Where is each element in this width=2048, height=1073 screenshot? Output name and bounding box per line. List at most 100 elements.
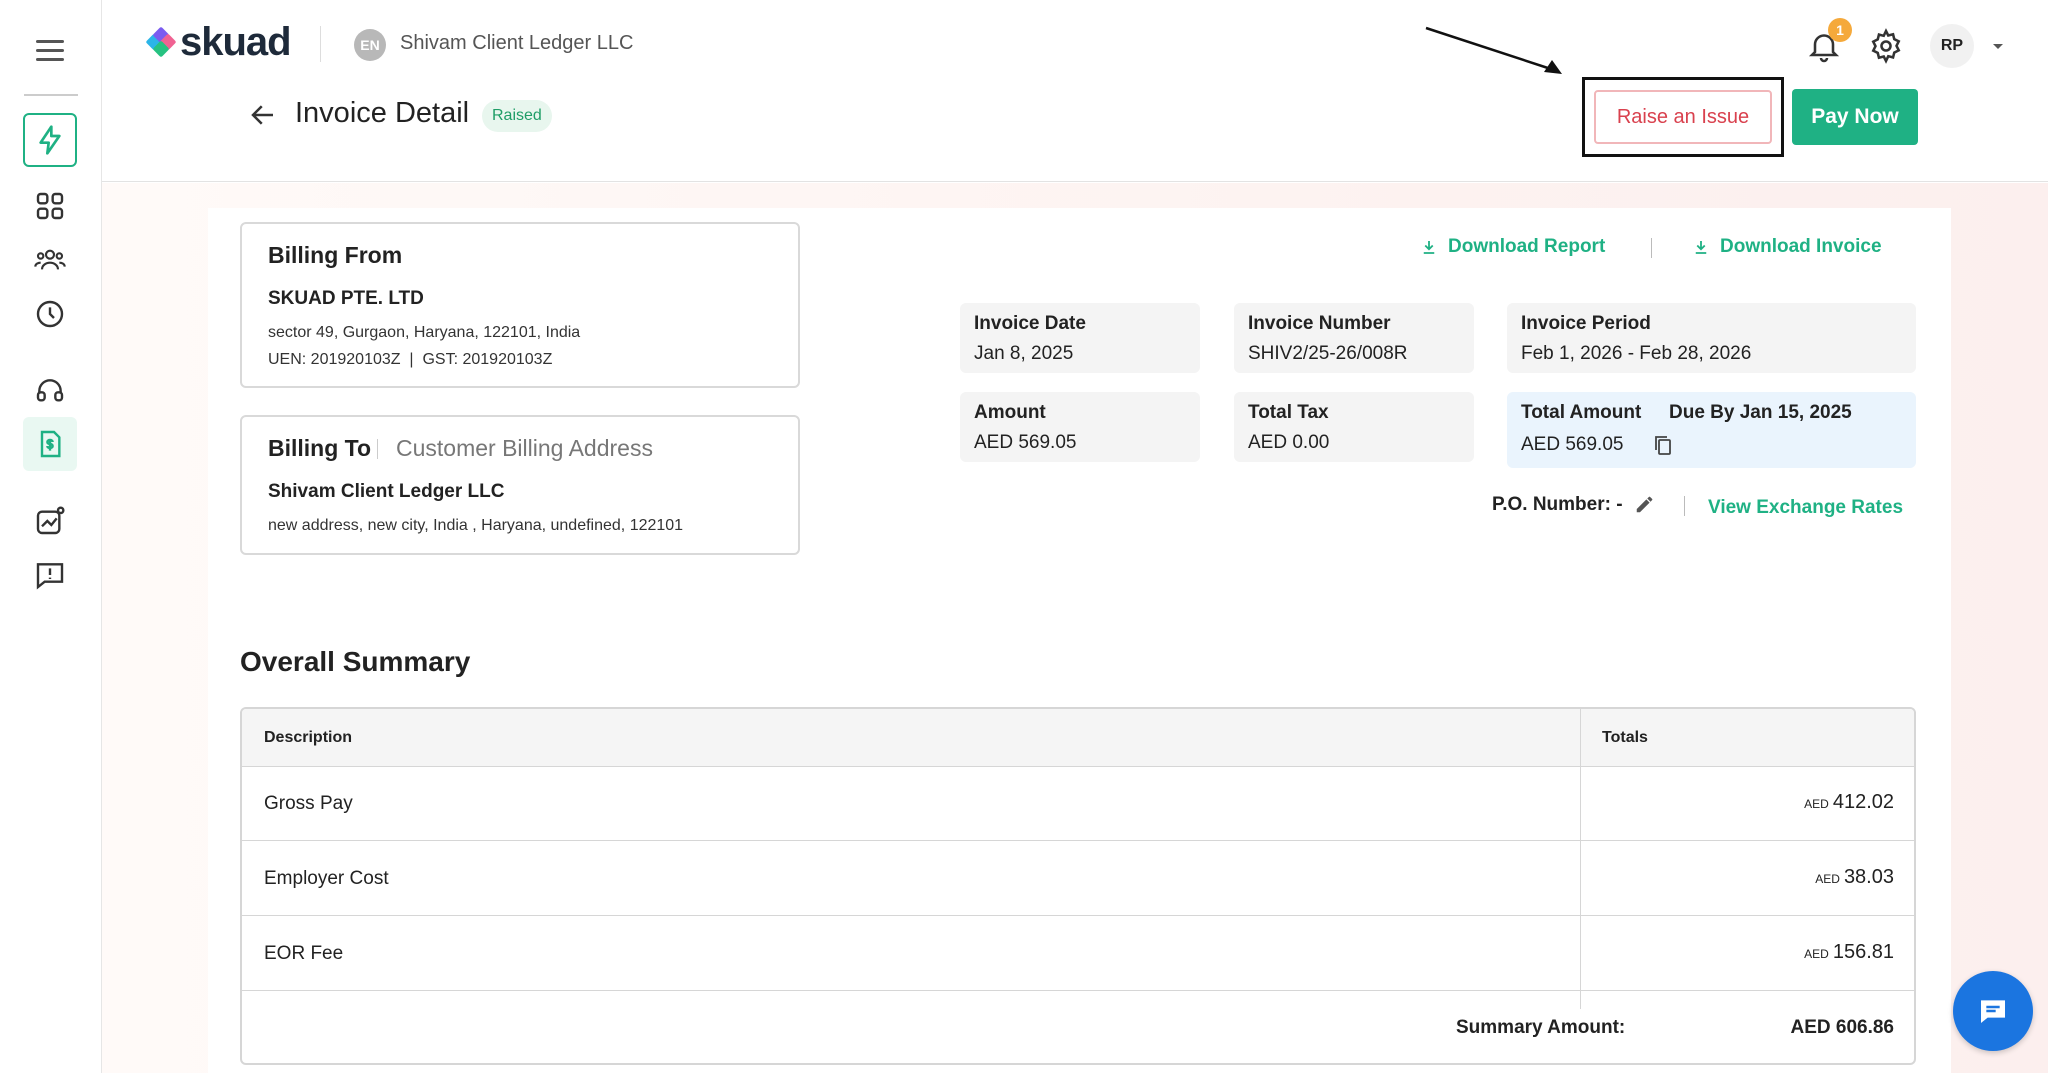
back-arrow-icon[interactable] (248, 100, 278, 130)
total-amount-value: AED 569.05 (1521, 434, 1624, 455)
currency-label: AED (1804, 947, 1829, 961)
col-totals-header: Totals (1602, 729, 1648, 746)
download-divider (1651, 238, 1652, 258)
download-icon (1695, 241, 1707, 254)
notification-count-badge: 1 (1828, 18, 1852, 42)
sidebar-item-feedback[interactable] (23, 548, 77, 602)
raise-issue-button[interactable]: Raise an Issue (1594, 90, 1772, 144)
invoice-number-label: Invoice Number (1248, 313, 1391, 334)
due-date-label: Due By Jan 15, 2025 (1669, 402, 1852, 423)
analytics-icon (36, 506, 65, 535)
client-name[interactable]: Shivam Client Ledger LLC (400, 32, 633, 55)
row-description: EOR Fee (264, 943, 344, 964)
feedback-icon (36, 563, 64, 590)
status-badge: Raised (482, 100, 552, 132)
summary-table-header: Description Totals (242, 709, 1914, 767)
grid-icon (36, 192, 64, 220)
page-title: Invoice Detail (295, 97, 470, 129)
invoice-date-label: Invoice Date (974, 313, 1086, 334)
download-invoice-label: Download Invoice (1720, 236, 1882, 257)
table-row: Employer Cost AED 38.03 (242, 842, 1914, 916)
download-report-link[interactable]: Download Report (1420, 236, 1605, 258)
download-icon (1423, 241, 1435, 254)
menu-icon[interactable] (36, 40, 64, 62)
row-description: Employer Cost (264, 868, 389, 889)
billing-to-company: Shivam Client Ledger LLC (268, 481, 505, 502)
header-divider (320, 26, 321, 62)
annotation-arrow (1425, 26, 1562, 74)
overall-summary-title: Overall Summary (240, 646, 471, 677)
total-tax-value: AED 0.00 (1248, 432, 1330, 453)
billing-from-company: SKUAD PTE. LTD (268, 288, 424, 309)
sidebar-item-invoices[interactable] (23, 417, 77, 471)
po-number-label: P.O. Number: - (1492, 494, 1623, 515)
view-exchange-rates-link[interactable]: View Exchange Rates (1708, 497, 1903, 519)
billing-to-title: Billing To (268, 435, 372, 461)
pay-now-button[interactable]: Pay Now (1792, 89, 1918, 145)
total-tax-box: Total Tax AED 0.00 (1234, 392, 1474, 462)
user-avatar[interactable]: RP (1930, 24, 1974, 68)
summary-table: Description Totals Gross Pay AED 412.02 E… (240, 707, 1916, 1065)
total-amount-box: Total Amount Due By Jan 15, 2025 AED 569… (1507, 392, 1916, 468)
billing-from-ids: UEN: 201920103Z | GST: 201920103Z (268, 351, 553, 368)
amount-value: AED 569.05 (974, 432, 1077, 453)
table-row: EOR Fee AED 156.81 (242, 917, 1914, 991)
invoice-date-value: Jan 8, 2025 (974, 343, 1074, 364)
invoice-period-box: Invoice Period Feb 1, 2026 - Feb 28, 202… (1507, 303, 1916, 373)
sidebar-item-people[interactable] (23, 233, 77, 287)
skuad-logo[interactable]: skuad (145, 19, 292, 64)
download-report-label: Download Report (1448, 236, 1606, 257)
total-amount-label: Total Amount (1521, 402, 1642, 423)
logo-mark-icon (145, 26, 177, 58)
summary-amount-value: AED 606.86 (1790, 1017, 1894, 1038)
billing-to-card: Billing To Customer Billing Address Shiv… (240, 415, 800, 555)
currency-label: AED (1815, 872, 1840, 886)
client-avatar: EN (354, 29, 386, 61)
invoice-number-box: Invoice Number SHIV2/25-26/008R (1234, 303, 1474, 373)
summary-amount-label: Summary Amount: (1456, 1017, 1626, 1038)
row-amount-value: 156.81 (1832, 941, 1894, 963)
sidebar-item-time[interactable] (23, 287, 77, 341)
total-tax-label: Total Tax (1248, 402, 1329, 423)
amount-label: Amount (974, 402, 1046, 423)
col-description-header: Description (264, 729, 353, 746)
sidebar-item-bolt[interactable] (23, 113, 77, 167)
sidebar-divider (24, 94, 78, 96)
chat-icon (1981, 1000, 2005, 1023)
row-description: Gross Pay (264, 793, 353, 814)
amount-box: Amount AED 569.05 (960, 392, 1200, 462)
download-invoice-link[interactable]: Download Invoice (1692, 236, 1882, 258)
invoice-icon (40, 430, 61, 458)
billing-to-address: new address, new city, India , Haryana, … (268, 517, 684, 534)
row-amount: AED 412.02 (1804, 791, 1894, 814)
pencil-icon[interactable] (1634, 493, 1656, 515)
billing-to-divider (377, 439, 378, 459)
billing-from-address: sector 49, Gurgaon, Haryana, 122101, Ind… (268, 324, 581, 341)
row-amount: AED 156.81 (1804, 941, 1894, 964)
sidebar (0, 0, 102, 1073)
currency-label: AED (1804, 797, 1829, 811)
invoice-period-value: Feb 1, 2026 - Feb 28, 2026 (1521, 343, 1752, 364)
sidebar-item-support[interactable] (23, 364, 77, 418)
logo-text: skuad (180, 19, 292, 64)
invoice-number-value: SHIV2/25-26/008R (1248, 343, 1408, 364)
sidebar-item-analytics[interactable] (23, 494, 77, 548)
row-amount-value: 412.02 (1832, 791, 1894, 813)
chat-button[interactable] (1953, 971, 2033, 1051)
top-header: skuad EN Shivam Client Ledger LLC Invoic… (102, 0, 2048, 182)
billing-from-card: Billing From SKUAD PTE. LTD sector 49, G… (240, 222, 800, 388)
support-icon (36, 379, 64, 402)
po-divider (1684, 496, 1685, 516)
people-icon (34, 249, 66, 270)
bolt-icon (39, 125, 61, 155)
gear-icon[interactable] (1868, 28, 1904, 64)
copy-icon[interactable] (1651, 432, 1675, 458)
app: skuad EN Shivam Client Ledger LLC Invoic… (0, 0, 2048, 1073)
row-amount: AED 38.03 (1815, 866, 1894, 889)
clock-icon (36, 300, 64, 328)
chevron-down-icon[interactable] (1988, 36, 2008, 56)
invoice-period-label: Invoice Period (1521, 313, 1651, 334)
billing-from-title: Billing From (268, 242, 403, 268)
billing-to-subtitle: Customer Billing Address (396, 435, 653, 461)
sidebar-item-dashboard[interactable] (23, 179, 77, 233)
